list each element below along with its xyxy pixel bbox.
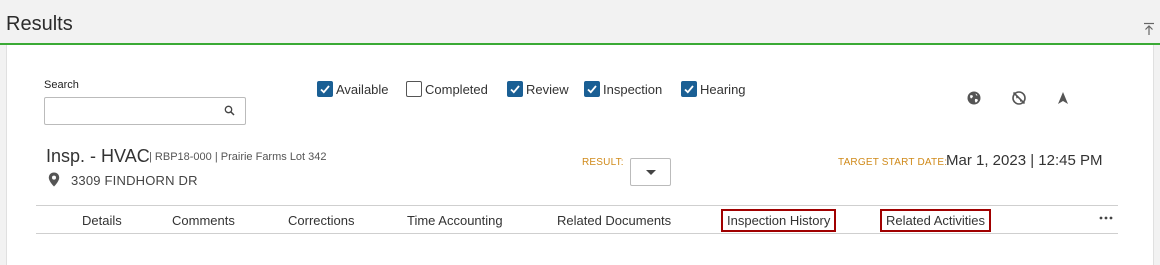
search-input[interactable] — [49, 102, 217, 120]
tab-corrections[interactable]: Corrections — [288, 213, 354, 228]
globe-off-icon[interactable] — [1011, 90, 1027, 106]
filter-label-review: Review — [526, 81, 569, 97]
target-start-date-label: TARGET START DATE: — [838, 157, 948, 168]
filter-label-inspection: Inspection — [603, 81, 663, 97]
search-label: Search — [44, 79, 79, 91]
tab-related-documents[interactable]: Related Documents — [557, 213, 671, 228]
tab-time-accounting[interactable]: Time Accounting — [407, 213, 503, 228]
page-title: Results — [6, 13, 73, 35]
checkbox-hearing[interactable] — [681, 81, 697, 97]
map-pin-icon — [48, 172, 60, 187]
record-title: Insp. - HVAC — [46, 146, 150, 166]
tab-comments[interactable]: Comments — [172, 213, 235, 228]
checkbox-available[interactable] — [317, 81, 333, 97]
chevron-down-icon — [646, 170, 656, 175]
filter-review[interactable]: Review — [507, 80, 569, 98]
result-select[interactable] — [630, 158, 671, 186]
tab-details[interactable]: Details — [82, 213, 122, 228]
result-label: RESULT: — [582, 157, 624, 168]
filter-completed[interactable]: Completed — [406, 80, 488, 98]
filter-label-hearing: Hearing — [700, 81, 746, 97]
tabs-divider-bottom — [36, 233, 1118, 234]
collapse-up-icon[interactable] — [1143, 22, 1155, 36]
filter-available[interactable]: Available — [317, 80, 389, 98]
checkbox-completed[interactable] — [406, 81, 422, 97]
search-icon[interactable] — [223, 104, 237, 118]
filter-inspection[interactable]: Inspection — [584, 80, 662, 98]
results-header: Results — [0, 0, 1160, 44]
more-horizontal-icon[interactable] — [1098, 212, 1114, 224]
filter-label-available: Available — [336, 81, 389, 97]
record-meta: | RBP18-000 | Prairie Farms Lot 342 — [149, 151, 327, 163]
checkbox-review[interactable] — [507, 81, 523, 97]
tab-related-activities[interactable]: Related Activities — [880, 209, 991, 232]
checkbox-inspection[interactable] — [584, 81, 600, 97]
globe-icon[interactable] — [966, 90, 982, 106]
tab-inspection-history[interactable]: Inspection History — [721, 209, 837, 232]
navigation-arrow-icon[interactable] — [1055, 90, 1071, 106]
filter-label-completed: Completed — [425, 81, 488, 97]
search-box[interactable] — [44, 97, 246, 125]
tabs-divider-top — [36, 205, 1118, 206]
filter-hearing[interactable]: Hearing — [681, 80, 746, 98]
record-address: 3309 FINDHORN DR — [71, 173, 198, 188]
target-start-date-value: Mar 1, 2023 | 12:45 PM — [946, 152, 1103, 169]
